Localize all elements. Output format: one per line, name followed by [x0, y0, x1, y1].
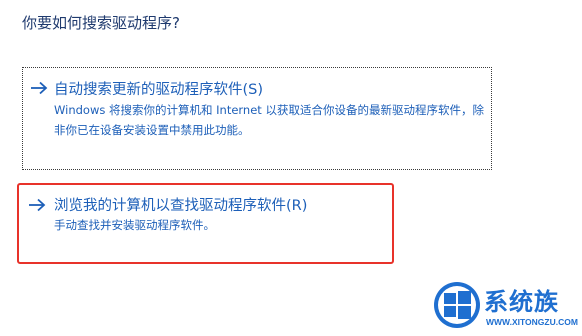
watermark-url: WWW.XITONGZU.COM: [486, 317, 578, 327]
arrow-right-icon: [31, 81, 48, 95]
dialog-question: 你要如何搜索驱动程序?: [22, 14, 180, 32]
auto-search-description: Windows 将搜索你的计算机和 Internet 以获取适合你设备的最新驱动…: [54, 103, 484, 137]
browse-computer-option[interactable]: 浏览我的计算机以查找驱动程序软件(R) 手动查找并安装驱动程序软件。: [17, 183, 394, 264]
arrow-right-icon: [29, 198, 46, 212]
windows-logo-icon: [434, 282, 480, 328]
browse-computer-description: 手动查找并安装驱动程序软件。: [54, 218, 215, 232]
watermark-brand: 系统族: [484, 288, 559, 316]
watermark-logo: 系统族 WWW.XITONGZU.COM: [432, 280, 582, 336]
auto-search-title[interactable]: 自动搜索更新的驱动程序软件(S): [54, 78, 263, 99]
browse-computer-title[interactable]: 浏览我的计算机以查找驱动程序软件(R): [54, 194, 307, 215]
auto-search-option[interactable]: 自动搜索更新的驱动程序软件(S) Windows 将搜索你的计算机和 Inter…: [22, 67, 492, 170]
